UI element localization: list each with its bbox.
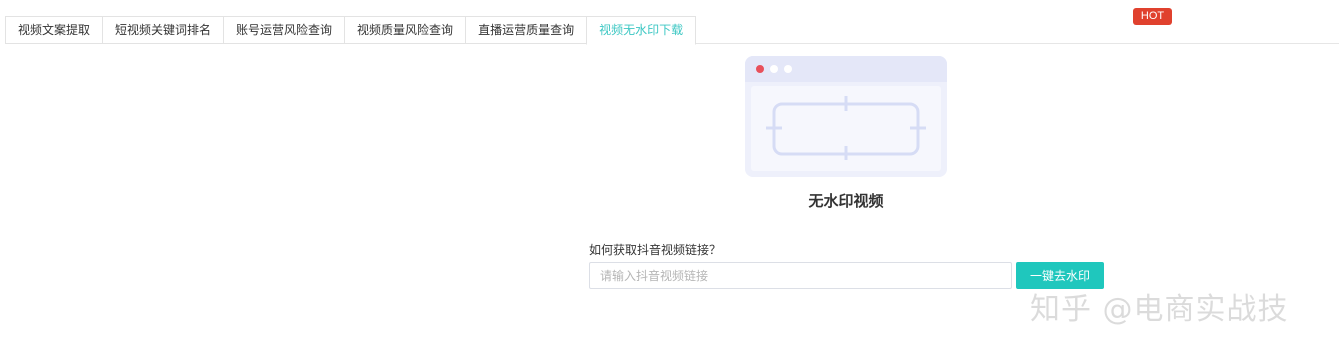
tab-watermark-free-download[interactable]: 视频无水印下载 xyxy=(586,16,697,45)
video-url-input[interactable] xyxy=(589,262,1012,289)
hot-badge: HOT xyxy=(1133,8,1172,25)
tab-live-quality[interactable]: 直播运营质量查询 xyxy=(465,16,588,44)
tab-video-text-extract[interactable]: 视频文案提取 xyxy=(5,16,104,44)
tab-account-risk[interactable]: 账号运营风险查询 xyxy=(223,16,346,44)
empty-state-title: 无水印视频 xyxy=(808,192,884,210)
window-dot-red-icon xyxy=(756,65,764,73)
empty-video-illustration xyxy=(745,56,947,177)
tab-keyword-ranking[interactable]: 短视频关键词排名 xyxy=(102,16,225,44)
watermark: 知乎 @电商实战技 xyxy=(1030,284,1339,363)
remove-watermark-button[interactable]: 一键去水印 xyxy=(1016,262,1104,289)
watermark-text: 知乎 @电商实战技 xyxy=(1030,292,1289,327)
help-link[interactable]: 如何获取抖音视频链接？ xyxy=(589,241,721,258)
tab-video-quality-risk[interactable]: 视频质量风险查询 xyxy=(344,16,467,44)
window-dot-icon xyxy=(784,65,792,73)
window-dot-icon xyxy=(770,65,778,73)
tab-list: 视频文案提取 短视频关键词排名 账号运营风险查询 视频质量风险查询 直播运营质量… xyxy=(5,16,697,45)
